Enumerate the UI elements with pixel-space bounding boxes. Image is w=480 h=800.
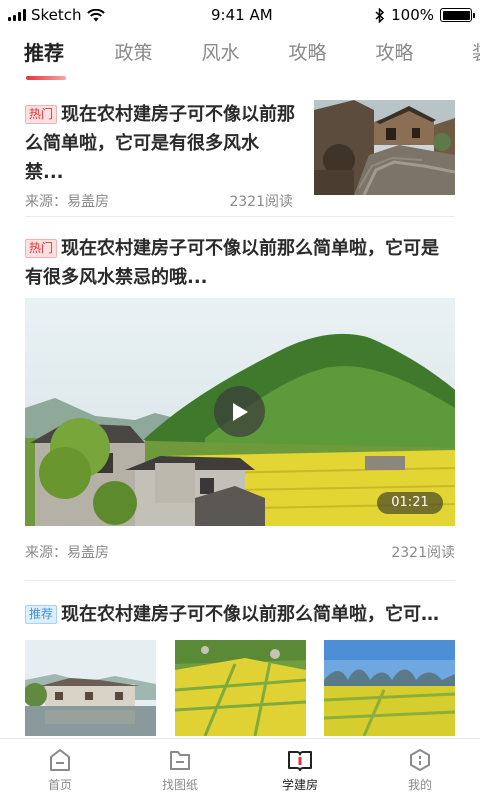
- tab-guide[interactable]: 攻略: [264, 30, 351, 86]
- article-source: 来源：易盖房: [25, 194, 109, 210]
- tabbar-label: 首页: [47, 778, 72, 792]
- hot-tag: 热门: [25, 105, 58, 124]
- category-tabs: 推荐 政策 风水 攻略 攻略 装: [0, 30, 480, 86]
- gallery-image: [25, 640, 156, 736]
- tab-label: 装: [472, 42, 480, 64]
- article-reads: 2321阅读: [391, 545, 455, 561]
- divider: [25, 216, 455, 217]
- article-feed: 热门 现在农村建房子可不像以前那么简单啦，它可是有很多风水禁... 来源：易盖房 …: [0, 86, 480, 738]
- recommend-tag: 推荐: [25, 605, 58, 624]
- tabbar-label: 找图纸: [161, 778, 198, 792]
- battery-percent: 100%: [391, 6, 434, 24]
- tab-label: 风水: [201, 42, 240, 64]
- article-source: 来源：易盖房: [25, 545, 109, 561]
- article-title-text: 现在农村建房子可不像以前那么简单啦，它可是有很多风水禁...: [25, 104, 296, 183]
- article-thumbnail: [314, 100, 455, 195]
- tabbar-home[interactable]: 首页: [0, 739, 120, 800]
- tabbar-profile[interactable]: 我的: [360, 739, 480, 800]
- carrier-label: Sketch: [31, 6, 82, 24]
- status-time: 9:41 AM: [211, 6, 273, 24]
- book-icon: [288, 751, 312, 771]
- divider: [25, 580, 455, 581]
- video-duration: 01:21: [377, 492, 443, 514]
- tab-decoration[interactable]: 装: [438, 30, 480, 86]
- tab-label: 攻略: [288, 42, 327, 64]
- article-title: 推荐 现在农村建房子可不像以前那么简单啦，它可是...: [25, 600, 455, 629]
- profile-icon: [410, 749, 430, 771]
- bluetooth-icon: [375, 7, 385, 23]
- article-title: 热门 现在农村建房子可不像以前那么简单啦，它可是有很多风水禁...: [25, 100, 297, 187]
- article-card[interactable]: 热门 现在农村建房子可不像以前那么简单啦，它可是有很多风水禁... 来源：易盖房 …: [25, 100, 455, 216]
- article-title-text: 现在农村建房子可不像以前那么简单啦，它可是...: [61, 604, 455, 625]
- wifi-icon: [86, 8, 105, 21]
- folder-icon: [170, 751, 190, 770]
- active-tab-indicator: [26, 76, 66, 80]
- hot-tag: 热门: [25, 239, 58, 258]
- article-title-text: 现在农村建房子可不像以前那么简单啦，它可是有很多风水禁忌的哦...: [25, 238, 440, 288]
- tabbar-blueprints[interactable]: 找图纸: [120, 739, 240, 800]
- tab-fengshui[interactable]: 风水: [177, 30, 264, 86]
- tab-label: 攻略: [375, 42, 414, 64]
- status-bar: Sketch 9:41 AM 100%: [0, 0, 480, 30]
- article-title: 热门 现在农村建房子可不像以前那么简单啦，它可是有很多风水禁忌的哦...: [25, 234, 455, 292]
- home-icon: [50, 749, 70, 771]
- article-card[interactable]: 推荐 现在农村建房子可不像以前那么简单啦，它可是...: [25, 600, 455, 736]
- tab-recommend[interactable]: 推荐: [24, 30, 68, 86]
- tabbar-label: 学建房: [281, 778, 318, 792]
- tabbar-learn-building[interactable]: 学建房: [240, 739, 360, 800]
- play-button[interactable]: [214, 386, 265, 437]
- tab-policy[interactable]: 政策: [90, 30, 177, 86]
- article-card[interactable]: 热门 现在农村建房子可不像以前那么简单啦，它可是有很多风水禁忌的哦... 01:…: [25, 234, 455, 561]
- tab-label: 推荐: [24, 41, 64, 65]
- video-player[interactable]: 01:21: [25, 298, 455, 526]
- article-reads: 2321阅读: [229, 194, 293, 210]
- battery-icon: [440, 8, 475, 22]
- tab-label: 政策: [114, 42, 153, 64]
- gallery-image: [324, 640, 455, 736]
- play-icon: [232, 402, 248, 421]
- bottom-tab-bar: 首页 找图纸 学建房 我的: [0, 738, 480, 800]
- image-gallery: [25, 640, 455, 736]
- tab-guide-2[interactable]: 攻略: [351, 30, 438, 86]
- signal-icon: [8, 9, 26, 21]
- gallery-image: [174, 640, 306, 736]
- tabbar-label: 我的: [407, 778, 432, 792]
